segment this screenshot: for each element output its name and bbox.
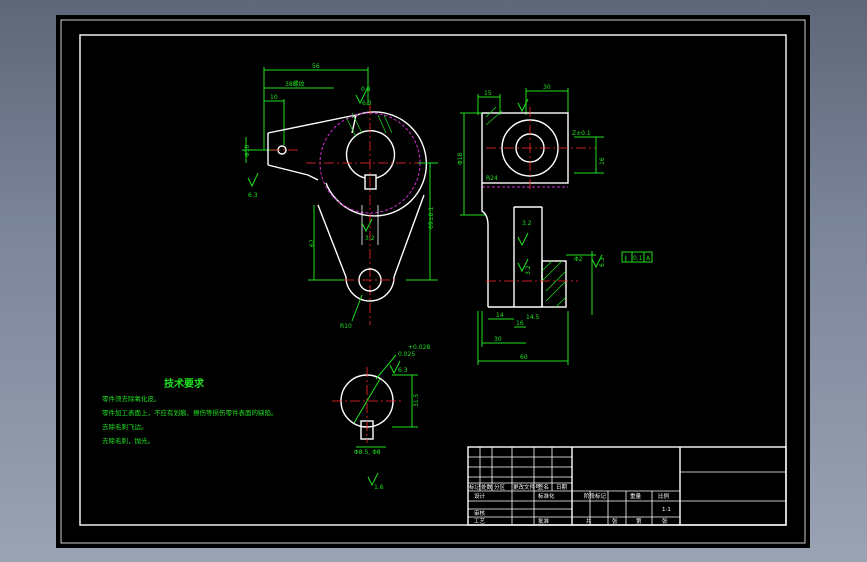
rough-top-prefix: 0.8 — [361, 86, 371, 93]
tb-label-weight: 重量 — [630, 492, 642, 500]
gdt-tolerance: 0.1 — [633, 255, 643, 262]
side-rough-bottom: 3.2 — [525, 265, 532, 275]
tech-req-item-1: 零件须去除氧化皮。 — [102, 394, 161, 403]
tb-label-standard: 标准化 — [538, 492, 555, 500]
outer-sheet-border — [60, 19, 806, 544]
tb-label-approve: 批准 — [538, 517, 550, 525]
drawing-viewport: 56 38螺纹 10 0.8 6.3 Φ10 6.3 3.2 69±0.1 62… — [56, 15, 810, 548]
tb-label-review: 审核 — [474, 509, 486, 517]
section-rough-top: 6.3 — [398, 367, 408, 374]
dim-radius-bottom: R10 — [340, 323, 352, 330]
tb-label-no: 第 — [636, 517, 642, 525]
section-tol-prefix: +0.028 — [408, 344, 430, 351]
rough-left: 6.3 — [248, 192, 258, 199]
front-view: 56 38螺纹 10 0.8 6.3 Φ10 6.3 3.2 69±0.1 62… — [242, 63, 438, 330]
side-dim-bottom-ext: 14.5 — [526, 314, 540, 321]
technical-requirements: 技术要求 零件须去除氧化皮。 零件加工表面上，不应有划痕、擦伤等损伤零件表面的缺… — [102, 377, 278, 445]
side-rough-center: 3.2 — [522, 220, 532, 227]
dim-height-right: 69±0.1 — [428, 207, 435, 229]
dim-height-left: 62 — [309, 239, 316, 247]
side-dim-top-left: 15 — [484, 90, 492, 97]
tb-label-mark: 标记 — [469, 483, 481, 491]
tb-label-process: 工艺 — [474, 518, 486, 525]
tech-req-title: 技术要求 — [164, 377, 205, 390]
tb-label-design: 设计 — [474, 492, 486, 500]
side-dim-bottom-14: 14 — [496, 312, 504, 319]
dim-top-overall: 56 — [312, 63, 320, 70]
side-dim-height-left: Φ18 — [457, 152, 464, 165]
side-dim-right-16: 16 — [599, 157, 606, 165]
side-rough-right: 6.3 — [599, 257, 606, 267]
dim-left-vertical: Φ10 — [244, 144, 251, 157]
title-block: 标记 处数 分区 更改文件号 签名 日期 设计 标准化 阶段标记 重量 比例 1… — [467, 446, 787, 526]
tech-req-item-2: 零件加工表面上，不应有划痕、擦伤等损伤零件表面的缺陷。 — [102, 408, 278, 417]
side-dim-width-bottom: 60 — [520, 354, 528, 361]
rough-center: 3.2 — [365, 235, 375, 242]
tb-label-scale: 比例 — [658, 492, 670, 500]
side-dim-bottom-16: 16 — [516, 320, 524, 327]
tb-label-stage: 阶段标记 — [584, 492, 607, 500]
cad-drawing-canvas: 56 38螺纹 10 0.8 6.3 Φ10 6.3 3.2 69±0.1 62… — [60, 19, 806, 544]
side-dim-bottom-30: 30 — [494, 336, 502, 343]
section-dim-bottom: Φ8.5, Φ8 — [354, 449, 381, 456]
section-tol-top: 0.025 — [398, 351, 415, 358]
tb-label-sheet2: 张 — [662, 517, 668, 525]
gdt-symbol: ∥ — [624, 255, 627, 262]
side-view: 15 30 R24 16 Z±0.1 Φ18 3.2 3.2 Φ2 6.3 ∥ … — [457, 84, 653, 365]
tb-label-change-doc: 更改文件号 — [513, 483, 541, 491]
side-dim-right-tol: Z±0.1 — [572, 130, 591, 137]
tb-label-sheet1: 张 — [612, 517, 618, 525]
dim-top-partial: 38螺纹 — [285, 80, 305, 88]
gdt-datum: A — [646, 255, 651, 262]
tech-req-item-3: 去除毛刺飞边。 — [102, 422, 148, 431]
gdt-frame: ∥ 0.1 A — [621, 251, 653, 263]
tb-label-date: 日期 — [556, 484, 568, 491]
side-dim-top-right: 30 — [543, 84, 551, 91]
side-dim-phi: Φ2 — [574, 256, 583, 263]
side-label-r24: R24 — [486, 175, 498, 182]
tb-label-zone: 分区 — [494, 483, 506, 491]
tb-label-count: 处数 — [481, 483, 493, 491]
dim-left-small: 10 — [270, 94, 278, 101]
tb-scale-value: 1:1 — [662, 507, 671, 513]
tb-label-total: 共 — [586, 517, 592, 525]
section-view: +0.028 0.025 6.3 31.5 Φ8.5, Φ8 1.6 — [332, 344, 430, 491]
tb-label-sign: 签名 — [538, 483, 549, 491]
tech-req-item-4: 去除毛刺，抛光。 — [102, 436, 154, 445]
section-rough-bottom: 1.6 — [374, 484, 384, 491]
section-dim-right: 31.5 — [413, 393, 420, 407]
